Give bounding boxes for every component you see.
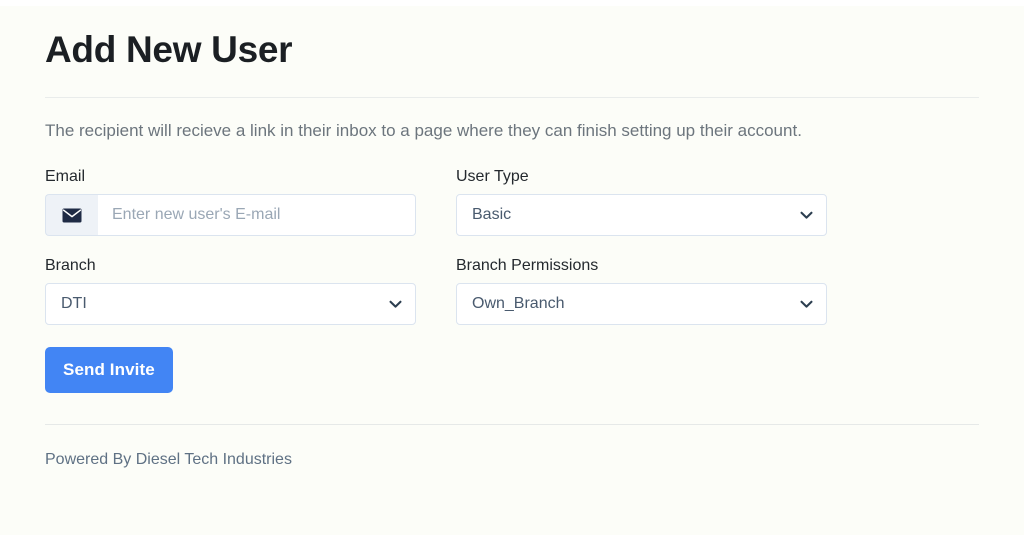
user-type-value: Basic bbox=[472, 206, 512, 223]
user-type-select-wrap: Basic bbox=[456, 194, 827, 236]
user-type-label: User Type bbox=[456, 168, 529, 185]
send-invite-button[interactable]: Send Invite bbox=[45, 347, 173, 393]
page-title: Add New User bbox=[45, 29, 293, 70]
invite-form: Email User Type bbox=[45, 167, 827, 393]
user-type-field-group: User Type Basic bbox=[456, 167, 827, 236]
submit-row: Send Invite bbox=[45, 347, 827, 393]
branch-select-wrap: DTI bbox=[45, 283, 416, 325]
title-divider bbox=[45, 97, 979, 98]
branch-value: DTI bbox=[61, 295, 87, 312]
branch-select[interactable]: DTI bbox=[45, 283, 416, 325]
email-input-group bbox=[45, 194, 416, 236]
add-new-user-page: Add New User The recipient will recieve … bbox=[0, 0, 1024, 535]
branch-label: Branch bbox=[45, 257, 96, 274]
branch-permissions-select[interactable]: Own_Branch bbox=[456, 283, 827, 325]
form-row-spacer bbox=[45, 236, 827, 256]
email-input[interactable] bbox=[98, 194, 416, 236]
envelope-icon bbox=[45, 194, 98, 236]
user-type-select[interactable]: Basic bbox=[456, 194, 827, 236]
branch-permissions-field-group: Branch Permissions Own_Branch bbox=[456, 256, 827, 325]
form-row-one: Email User Type bbox=[45, 167, 827, 236]
page-content: Add New User The recipient will recieve … bbox=[45, 0, 979, 471]
footer-divider bbox=[45, 424, 979, 425]
email-label: Email bbox=[45, 168, 86, 185]
form-row-two: Branch DTI Branch Permissions Own_Branch bbox=[45, 256, 827, 325]
branch-permissions-value: Own_Branch bbox=[472, 295, 565, 312]
footer-attribution: Powered By Diesel Tech Industries bbox=[45, 451, 292, 468]
lead-description: The recipient will recieve a link in the… bbox=[45, 121, 802, 140]
branch-permissions-label: Branch Permissions bbox=[456, 257, 599, 274]
branch-field-group: Branch DTI bbox=[45, 256, 416, 325]
branch-permissions-select-wrap: Own_Branch bbox=[456, 283, 827, 325]
email-field-group: Email bbox=[45, 167, 416, 236]
